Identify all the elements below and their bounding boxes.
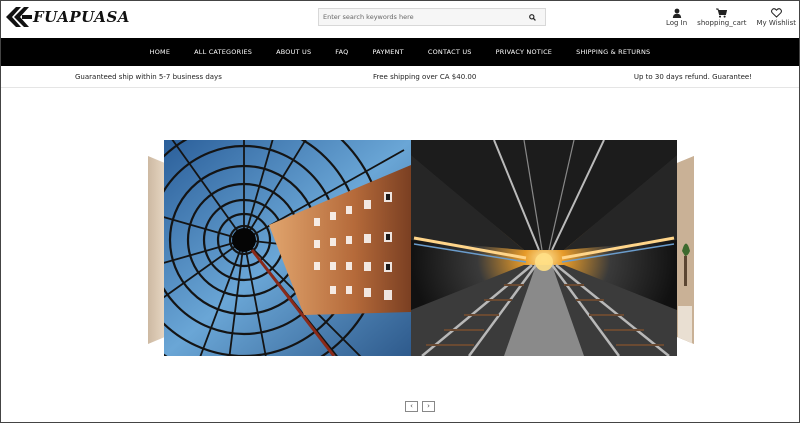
login-label: Log In	[665, 19, 688, 27]
carousel-prev-button[interactable]: ‹	[405, 401, 418, 412]
carousel-controls: ‹ ›	[405, 401, 435, 412]
refund-notice: Up to 30 days refund. Guarantee!	[633, 73, 752, 81]
search-input[interactable]	[319, 9, 519, 25]
free-shipping-notice: Free shipping over CA $40.00	[373, 73, 477, 81]
nav-shipping-returns[interactable]: SHIPPING & RETURNS	[576, 48, 650, 56]
chevron-left-icon: ‹	[410, 402, 413, 410]
double-chevron-logo-icon	[6, 7, 32, 27]
main-nav: HOME ALL CATEGORIES ABOUT US FAQ PAYMENT…	[1, 38, 799, 66]
search-icon	[528, 13, 536, 21]
nav-payment[interactable]: PAYMENT	[372, 48, 403, 56]
heart-icon	[770, 8, 782, 18]
hero-carousel: ‹ ›	[0, 88, 800, 423]
user-icon	[672, 8, 681, 18]
wishlist-label: My Wishlist	[756, 19, 796, 27]
wishlist-link[interactable]: My Wishlist	[757, 8, 796, 27]
chevron-right-icon: ›	[427, 402, 430, 410]
site-header: FUAPUASA Log In shopping_cart	[0, 0, 800, 38]
search-button[interactable]	[523, 9, 541, 25]
carousel-next-slide-peek[interactable]	[676, 156, 694, 344]
shipping-time-notice: Guaranteed ship within 5-7 business days	[75, 73, 222, 81]
cart-link[interactable]: shopping_cart	[697, 8, 747, 27]
nav-about-us[interactable]: ABOUT US	[276, 48, 311, 56]
nav-faq[interactable]: FAQ	[335, 48, 348, 56]
cart-icon	[716, 8, 728, 18]
nav-all-categories[interactable]: ALL CATEGORIES	[194, 48, 252, 56]
brand-name: FUAPUASA	[33, 8, 130, 26]
nav-privacy-notice[interactable]: PRIVACY NOTICE	[496, 48, 553, 56]
carousel-next-button[interactable]: ›	[422, 401, 435, 412]
cart-label: shopping_cart	[697, 19, 747, 27]
brand-logo[interactable]: FUAPUASA	[6, 6, 130, 28]
search-bar	[318, 8, 546, 26]
hero-slide-image	[164, 140, 677, 356]
nav-contact-us[interactable]: CONTACT US	[428, 48, 472, 56]
promo-bar: Guaranteed ship within 5-7 business days…	[0, 66, 800, 88]
header-actions: Log In shopping_cart My Wishlist	[666, 8, 796, 27]
login-link[interactable]: Log In	[666, 8, 687, 27]
nav-home[interactable]: HOME	[150, 48, 171, 56]
